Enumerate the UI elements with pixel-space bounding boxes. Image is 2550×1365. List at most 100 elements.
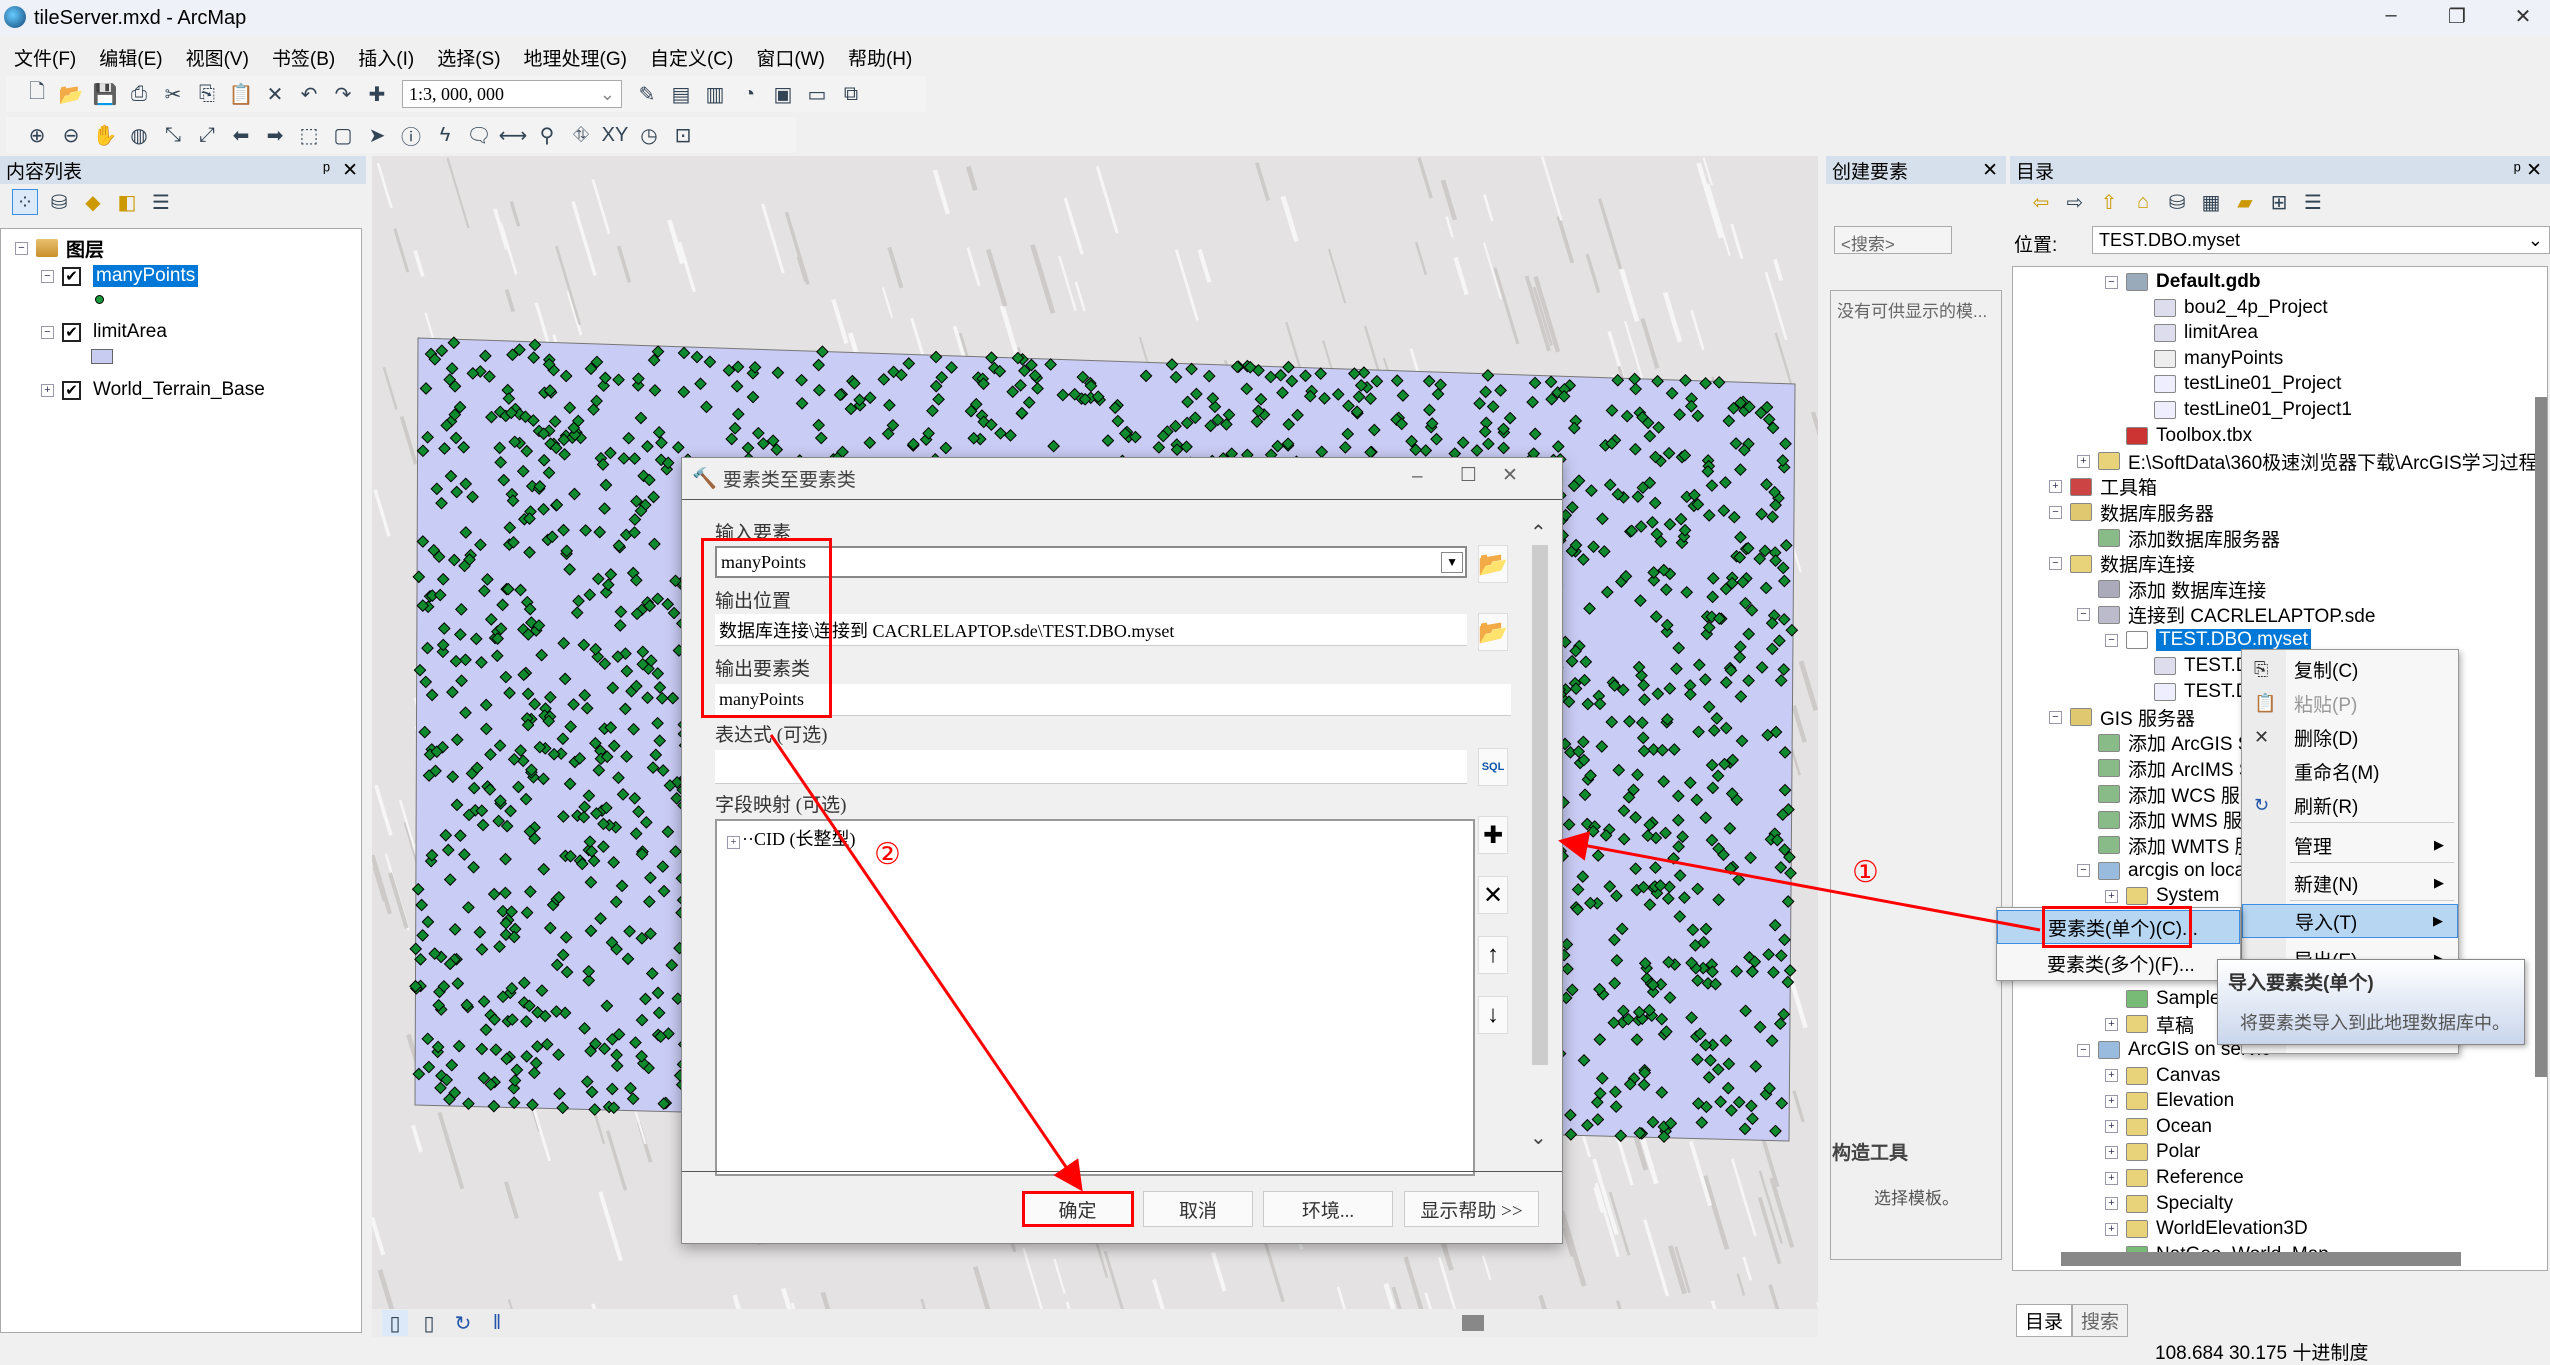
- toc-layer[interactable]: −✔limitArea: [41, 319, 167, 345]
- context-menu-item[interactable]: 📋粘贴(P): [2242, 686, 2458, 720]
- catalog-item[interactable]: +WorldElevation3D: [2105, 1216, 2308, 1242]
- expand-icon[interactable]: +: [2105, 1018, 2118, 1031]
- menu-1[interactable]: 编辑(E): [99, 44, 162, 71]
- save-icon[interactable]: 💾: [92, 81, 118, 107]
- hyperlink-icon[interactable]: ϟ: [432, 122, 458, 148]
- collapse-icon[interactable]: −: [2077, 608, 2090, 621]
- open-folder-icon[interactable]: 📂: [58, 81, 84, 107]
- html-popup-icon[interactable]: 🗨: [466, 122, 492, 148]
- catalog-item[interactable]: −数据库服务器: [2049, 499, 2214, 525]
- list-by-visibility-icon[interactable]: ◆: [80, 189, 106, 215]
- output-location-field[interactable]: 数据库连接\连接到 CACRLELAPTOP.sde\TEST.DBO.myse…: [715, 614, 1467, 646]
- default-gdb-icon[interactable]: ⛁: [2164, 189, 2190, 215]
- editor-icon[interactable]: ✎: [634, 81, 660, 107]
- menu-0[interactable]: 文件(F): [14, 44, 76, 71]
- collapse-icon[interactable]: −: [2049, 506, 2062, 519]
- forward-icon[interactable]: ⇨: [2062, 189, 2088, 215]
- context-menu-item[interactable]: 重命名(M): [2242, 754, 2458, 788]
- arctoolbox-icon[interactable]: ▣: [770, 81, 796, 107]
- catalog-vscrollbar[interactable]: [2535, 397, 2547, 1077]
- catalog-item[interactable]: limitArea: [2154, 320, 2258, 346]
- menu-9[interactable]: 帮助(H): [848, 44, 912, 71]
- back-icon[interactable]: ⬅: [228, 122, 254, 148]
- expand-icon[interactable]: +: [2049, 480, 2062, 493]
- move-down-button[interactable]: ↓: [1478, 996, 1508, 1034]
- dialog-maximize-button[interactable]: ☐: [1460, 464, 1477, 487]
- collapse-icon[interactable]: −: [41, 270, 54, 283]
- measure-icon[interactable]: ⟷: [500, 122, 526, 148]
- cancel-button[interactable]: 取消: [1143, 1191, 1253, 1227]
- import-submenu-item[interactable]: 要素类(单个)(C)...: [1997, 910, 2240, 944]
- chevron-down-icon[interactable]: ⌄: [2528, 230, 2543, 251]
- catalog-item[interactable]: −连接到 CACRLELAPTOP.sde: [2077, 602, 2375, 628]
- output-feature-class-field[interactable]: manyPoints: [715, 684, 1511, 716]
- up-one-level-icon[interactable]: ⇧: [2096, 189, 2122, 215]
- minimize-button[interactable]: –: [2366, 4, 2416, 32]
- dialog-close-button[interactable]: ✕: [1502, 464, 1518, 487]
- expand-icon[interactable]: +: [2105, 1120, 2118, 1133]
- identify-icon[interactable]: ⓘ: [398, 122, 424, 148]
- collapse-icon[interactable]: −: [2105, 634, 2118, 647]
- show-help-button[interactable]: 显示帮助 >>: [1404, 1191, 1539, 1227]
- list-by-source-icon[interactable]: ⛁: [46, 189, 72, 215]
- import-submenu-item[interactable]: 要素类(多个)(F)...: [1997, 946, 2240, 980]
- menu-7[interactable]: 自定义(C): [650, 44, 733, 71]
- search-window-icon[interactable]: ◔: [736, 81, 762, 107]
- template-search-input[interactable]: <搜索>: [1834, 226, 1952, 254]
- context-menu-item[interactable]: 管理▶: [2242, 828, 2458, 862]
- time-slider-icon[interactable]: ◷: [636, 122, 662, 148]
- catalog-item[interactable]: +Reference: [2105, 1165, 2244, 1191]
- menu-8[interactable]: 窗口(W): [756, 44, 825, 71]
- undo-icon[interactable]: ↶: [296, 81, 322, 107]
- visibility-checkbox[interactable]: ✔: [62, 381, 81, 400]
- catalog-item[interactable]: −GIS 服务器: [2049, 704, 2195, 730]
- catalog-item[interactable]: Toolbox.tbx: [2126, 423, 2252, 449]
- catalog-item[interactable]: −数据库连接: [2049, 551, 2195, 577]
- layer-name[interactable]: limitArea: [93, 321, 167, 343]
- browse-input-button[interactable]: 📂: [1478, 545, 1508, 583]
- print-icon[interactable]: ⎙: [126, 81, 152, 107]
- layer-name[interactable]: manyPoints: [93, 265, 198, 287]
- cut-icon[interactable]: ✂: [160, 81, 186, 107]
- fixed-zoom-in-icon[interactable]: ⤡: [160, 122, 186, 148]
- catalog-item[interactable]: +草稿: [2105, 1011, 2194, 1037]
- catalog-item[interactable]: −Default.gdb: [2105, 269, 2261, 295]
- find-icon[interactable]: ⚲: [534, 122, 560, 148]
- menu-4[interactable]: 插入(I): [358, 44, 414, 71]
- expand-icon[interactable]: +: [2105, 1197, 2118, 1210]
- zoom-out-icon[interactable]: ⊖: [58, 122, 84, 148]
- collapse-icon[interactable]: −: [2049, 557, 2062, 570]
- refresh-icon[interactable]: ↻: [450, 1310, 476, 1336]
- pause-drawing-icon[interactable]: ‖: [484, 1310, 510, 1336]
- model-builder-icon[interactable]: ⧉: [838, 81, 864, 107]
- dropdown-arrow-icon[interactable]: ▼: [1441, 552, 1463, 573]
- fixed-zoom-out-icon[interactable]: ⤢: [194, 122, 220, 148]
- environments-button[interactable]: 环境...: [1263, 1191, 1393, 1227]
- collapse-icon[interactable]: −: [2077, 1044, 2090, 1057]
- create-viewer-window-icon[interactable]: ⊡: [670, 122, 696, 148]
- map-scrollbar-thumb[interactable]: [1462, 1315, 1484, 1331]
- expand-icon[interactable]: +: [2105, 890, 2118, 903]
- catalog-item[interactable]: +Ocean: [2105, 1114, 2212, 1140]
- catalog-item[interactable]: 添加 数据库连接: [2098, 576, 2266, 602]
- catalog-item[interactable]: +E:\SoftData\360极速浏览器下载\ArcGIS学习过程使用: [2077, 448, 2548, 474]
- toc-layer[interactable]: +✔World_Terrain_Base: [41, 377, 265, 403]
- close-icon[interactable]: ᵖ ✕: [2514, 159, 2542, 182]
- pan-icon[interactable]: ✋: [92, 122, 118, 148]
- catalog-item[interactable]: bou2_4p_Project: [2154, 295, 2328, 321]
- maximize-button[interactable]: ❐: [2432, 4, 2482, 32]
- options-icon[interactable]: ☰: [148, 189, 174, 215]
- close-icon[interactable]: ✕: [1982, 159, 1998, 182]
- delete-field-button[interactable]: ✕: [1478, 876, 1508, 914]
- field-map-list[interactable]: +··CID (长整型): [715, 819, 1475, 1176]
- expand-icon[interactable]: +: [2105, 1146, 2118, 1159]
- catalog-item[interactable]: manyPoints: [2154, 346, 2283, 372]
- connect-folder-icon[interactable]: ▰: [2232, 189, 2258, 215]
- expand-icon[interactable]: +: [41, 384, 54, 397]
- expand-icon[interactable]: +: [2105, 1172, 2118, 1185]
- expression-field[interactable]: [715, 750, 1467, 784]
- catalog-hscrollbar[interactable]: [2061, 1252, 2461, 1266]
- full-extent-icon[interactable]: ◍: [126, 122, 152, 148]
- expand-icon[interactable]: +: [2077, 455, 2090, 468]
- pin-icon[interactable]: ᵖ: [323, 160, 330, 181]
